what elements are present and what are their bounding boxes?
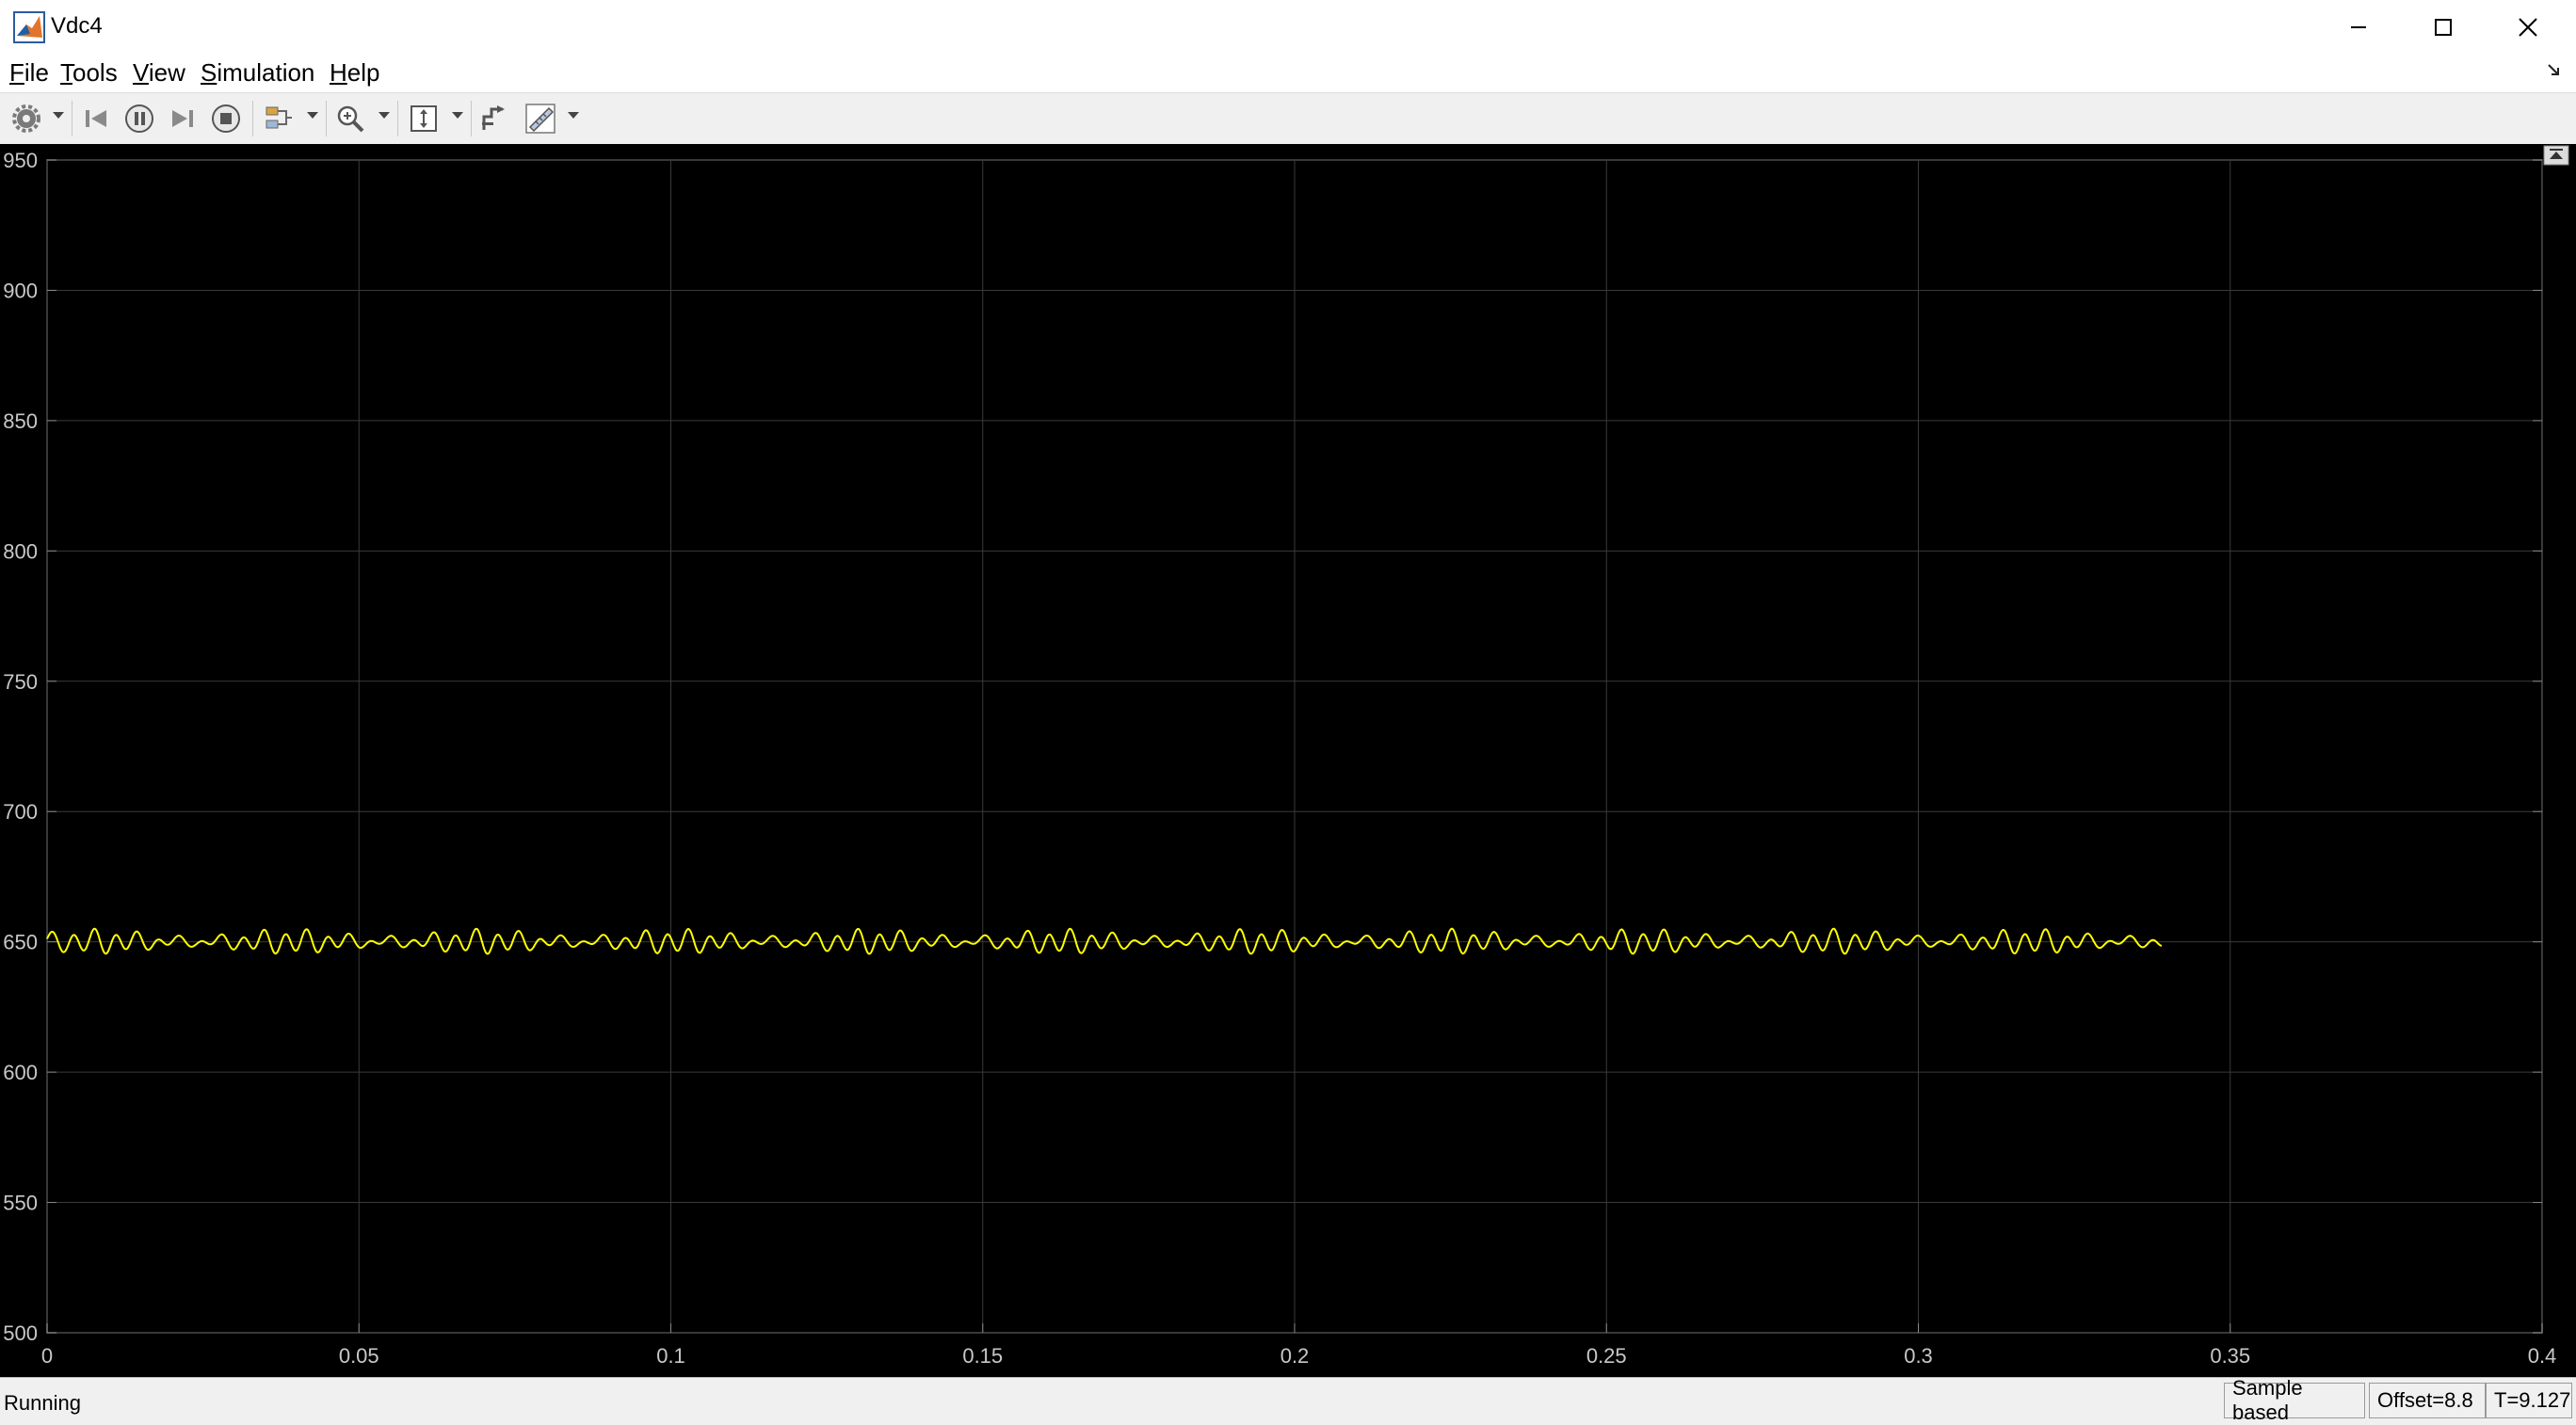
menu-view[interactable]: View (133, 58, 185, 88)
settings-button[interactable] (9, 103, 43, 135)
pause-icon (125, 104, 153, 133)
menu-file[interactable]: File (9, 58, 49, 88)
x-tick-label: 0.05 (339, 1344, 379, 1368)
menu-simulation[interactable]: Simulation (201, 58, 314, 88)
scope-plot-area[interactable]: 0 0.05 0.1 0.15 0.2 0.25 0.3 0.35 0.4 500 550 600 65… (0, 144, 2576, 1377)
y-tick-label: 750 (3, 670, 38, 694)
menu-help[interactable]: Help (330, 58, 379, 88)
y-tick-label: 500 (3, 1321, 38, 1345)
x-tick-label: 0.1 (656, 1344, 685, 1368)
x-tick-label: 0.4 (2528, 1344, 2557, 1368)
y-tick-label: 700 (3, 800, 38, 824)
highlight-dropdown-icon[interactable] (307, 112, 318, 119)
title-bar: Vdc4 (0, 0, 2576, 56)
measurements-button[interactable] (523, 103, 557, 135)
measurements-icon (525, 104, 555, 134)
toolbar-separator (397, 101, 398, 136)
pause-button[interactable] (122, 103, 156, 135)
step-forward-button[interactable] (166, 103, 200, 135)
y-tick-label: 650 (3, 931, 38, 954)
stop-icon (212, 104, 240, 133)
y-tick-label: 950 (3, 149, 38, 172)
maximize-icon (2435, 19, 2452, 36)
maximize-button[interactable] (2401, 0, 2486, 55)
expand-legend-button[interactable] (2543, 145, 2569, 166)
scope-axes[interactable]: 0 0.05 0.1 0.15 0.2 0.25 0.3 0.35 0.4 500 550 600 65… (0, 144, 2576, 1377)
zoom-icon (337, 105, 364, 133)
highlight-block-button[interactable] (262, 103, 296, 135)
minimize-button[interactable] (2316, 0, 2401, 55)
zoom-dropdown-icon[interactable] (378, 112, 390, 119)
signal-restore-icon (482, 105, 505, 130)
undock-icon[interactable] (2546, 62, 2563, 79)
y-tick-label: 800 (3, 539, 38, 563)
signal-restore-button[interactable] (476, 103, 510, 135)
close-button[interactable] (2486, 0, 2570, 55)
x-tick-label: 0.35 (2210, 1344, 2250, 1368)
sample-mode-indicator: Sample based (2224, 1376, 2365, 1424)
x-tick-label: 0.3 (1904, 1344, 1933, 1368)
settings-dropdown-icon[interactable] (53, 112, 64, 119)
minimize-icon (2351, 26, 2366, 28)
toolbar-separator (252, 101, 253, 136)
highlight-block-icon (266, 106, 292, 129)
step-back-button[interactable] (79, 103, 113, 135)
window-title: Vdc4 (51, 13, 103, 39)
matlab-logo-icon (13, 11, 45, 43)
measurements-dropdown-icon[interactable] (568, 112, 579, 119)
y-tick-label: 550 (3, 1192, 38, 1215)
x-tick-label: 0.2 (1280, 1344, 1310, 1368)
scale-axes-button[interactable] (407, 103, 441, 135)
status-bar: Running Sample based Offset=8.8 T=9.127 (0, 1376, 2576, 1425)
offset-indicator: Offset=8.8 (2369, 1383, 2486, 1418)
x-tick-label: 0.25 (1586, 1344, 1627, 1368)
scale-dropdown-icon[interactable] (452, 112, 463, 119)
y-tick-label: 900 (3, 279, 38, 302)
settings-gear-icon (12, 104, 40, 133)
menu-tools[interactable]: Tools (60, 58, 118, 88)
x-tick-label: 0.15 (962, 1344, 1003, 1368)
step-back-icon (86, 110, 106, 127)
time-indicator: T=9.127 (2486, 1383, 2572, 1418)
x-tick-label: 0 (41, 1344, 53, 1368)
signal-line (46, 927, 2163, 955)
zoom-button[interactable] (333, 103, 367, 135)
stop-button[interactable] (209, 103, 243, 135)
y-tick-label: 850 (3, 409, 38, 433)
simulation-status: Running (4, 1391, 81, 1415)
menu-bar: File Tools View Simulation Help (0, 55, 2576, 92)
y-tick-label: 600 (3, 1061, 38, 1084)
step-forward-icon (172, 110, 193, 127)
toolbar (0, 92, 2576, 145)
toolbar-separator (326, 101, 327, 136)
scale-axes-icon (411, 105, 437, 132)
toolbar-separator (471, 101, 472, 136)
close-icon (2519, 18, 2537, 37)
